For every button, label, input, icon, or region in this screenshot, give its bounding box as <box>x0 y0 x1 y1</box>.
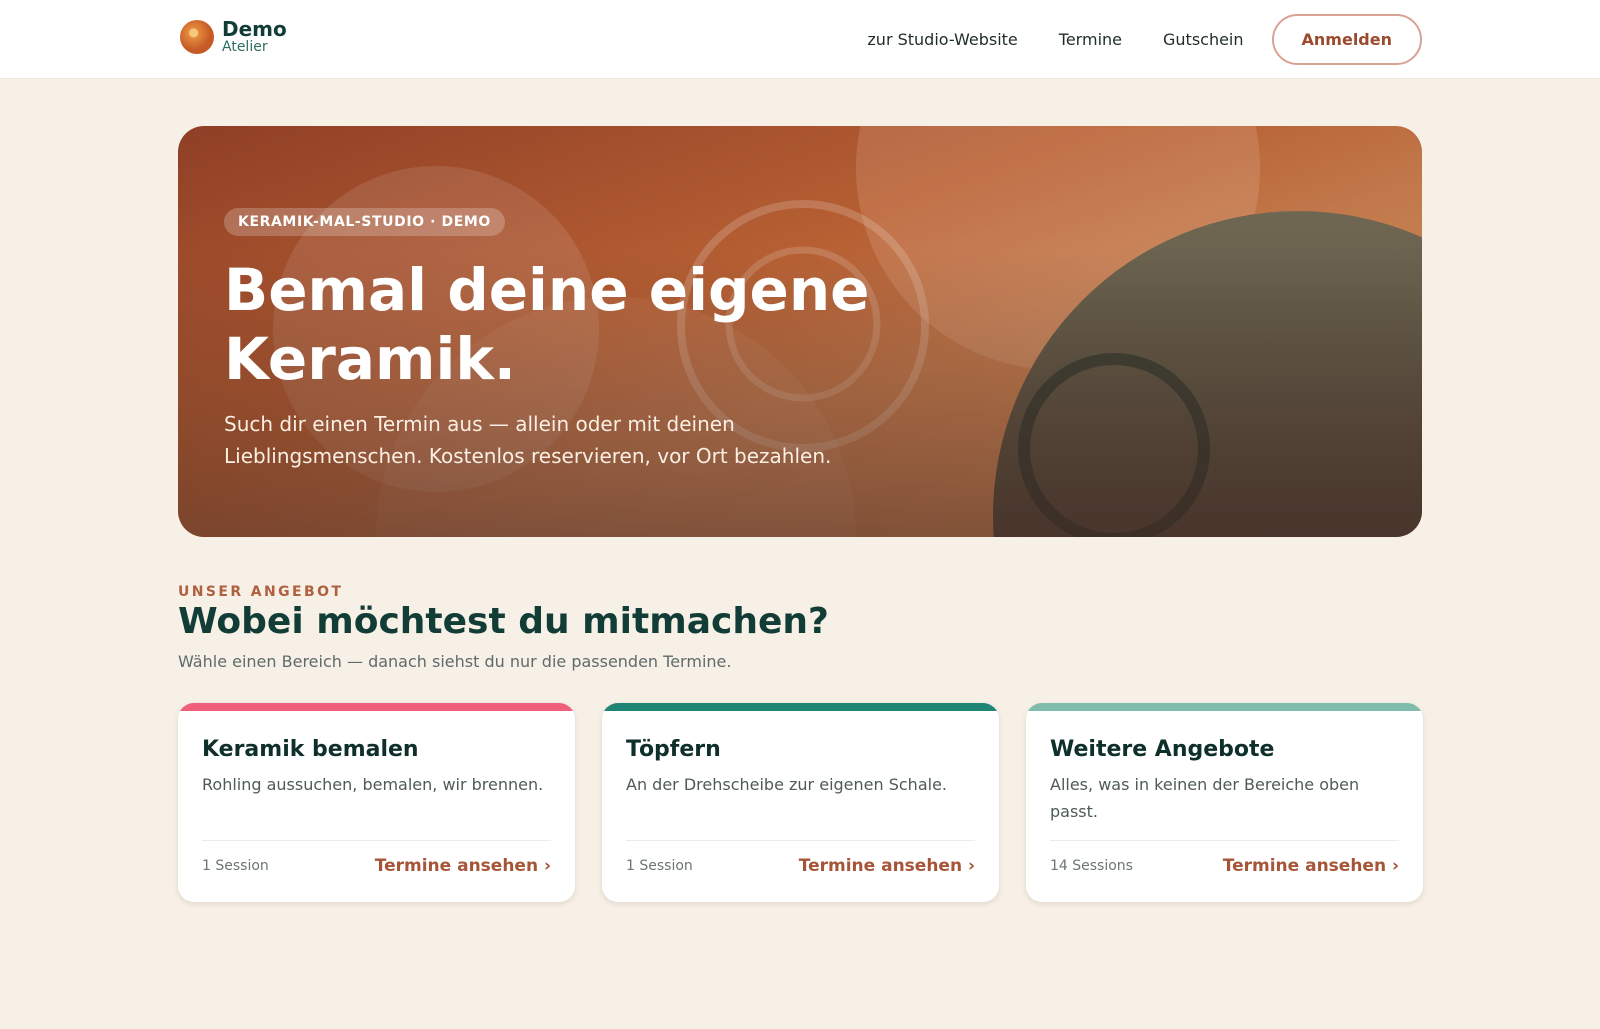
brand-name: Demo <box>222 17 287 41</box>
brand-logo-link[interactable]: Demo Atelier <box>180 19 287 54</box>
card-accent-bar <box>178 703 575 711</box>
category-card-keramik-bemalen[interactable]: Keramik bemalen Rohling aussuchen, bemal… <box>178 703 575 902</box>
card-session-count: 1 Session <box>202 858 269 874</box>
card-title: Töpfern <box>626 737 721 762</box>
hero-subtitle: Such dir einen Termin aus — allein oder … <box>224 412 832 468</box>
brand-subtitle: Atelier <box>222 39 268 55</box>
brand-logo-icon <box>180 19 214 54</box>
nav-link-studio-website[interactable]: zur Studio-Website <box>867 30 1017 49</box>
category-card-weitere-angebote[interactable]: Weitere Angebote Alles, was in keinen de… <box>1026 703 1423 902</box>
card-termine-link[interactable]: Termine ansehen › <box>1223 856 1399 876</box>
main-nav: zur Studio-Website Termine Gutschein Anm… <box>867 14 1422 65</box>
card-divider <box>202 840 551 841</box>
nav-link-gutschein[interactable]: Gutschein <box>1163 30 1244 49</box>
hero-title: Bemal deine eigene Keramik. <box>224 256 870 393</box>
card-description: Rohling aussuchen, bemalen, wir brennen. <box>202 775 544 794</box>
section-subtitle: Wähle einen Bereich — danach siehst du n… <box>178 652 732 671</box>
hero-banner: KERAMIK-MAL-STUDIO · DEMO Bemal deine ei… <box>178 126 1422 537</box>
card-divider <box>1050 840 1399 841</box>
card-termine-link[interactable]: Termine ansehen › <box>375 856 551 876</box>
section-eyebrow: UNSER ANGEBOT <box>178 584 344 600</box>
hero-badge: KERAMIK-MAL-STUDIO · DEMO <box>224 208 505 236</box>
card-session-count: 14 Sessions <box>1050 858 1133 874</box>
card-title: Weitere Angebote <box>1050 737 1275 762</box>
card-accent-bar <box>1026 703 1423 711</box>
card-accent-bar <box>602 703 999 711</box>
section-title: Wobei möchtest du mitmachen? <box>178 601 829 642</box>
nav-link-termine[interactable]: Termine <box>1059 30 1122 49</box>
card-termine-link[interactable]: Termine ansehen › <box>799 856 975 876</box>
login-button[interactable]: Anmelden <box>1271 14 1422 65</box>
card-title: Keramik bemalen <box>202 737 419 762</box>
card-session-count: 1 Session <box>626 858 693 874</box>
category-card-toepfern[interactable]: Töpfern An der Drehscheibe zur eigenen S… <box>602 703 999 902</box>
card-divider <box>626 840 975 841</box>
card-description: An der Drehscheibe zur eigenen Schale. <box>626 775 947 794</box>
card-description: Alles, was in keinen der Bereiche oben p… <box>1050 775 1360 821</box>
brand-text: Demo Atelier <box>222 19 287 54</box>
top-navigation-bar: Demo Atelier zur Studio-Website Termine … <box>0 0 1600 79</box>
